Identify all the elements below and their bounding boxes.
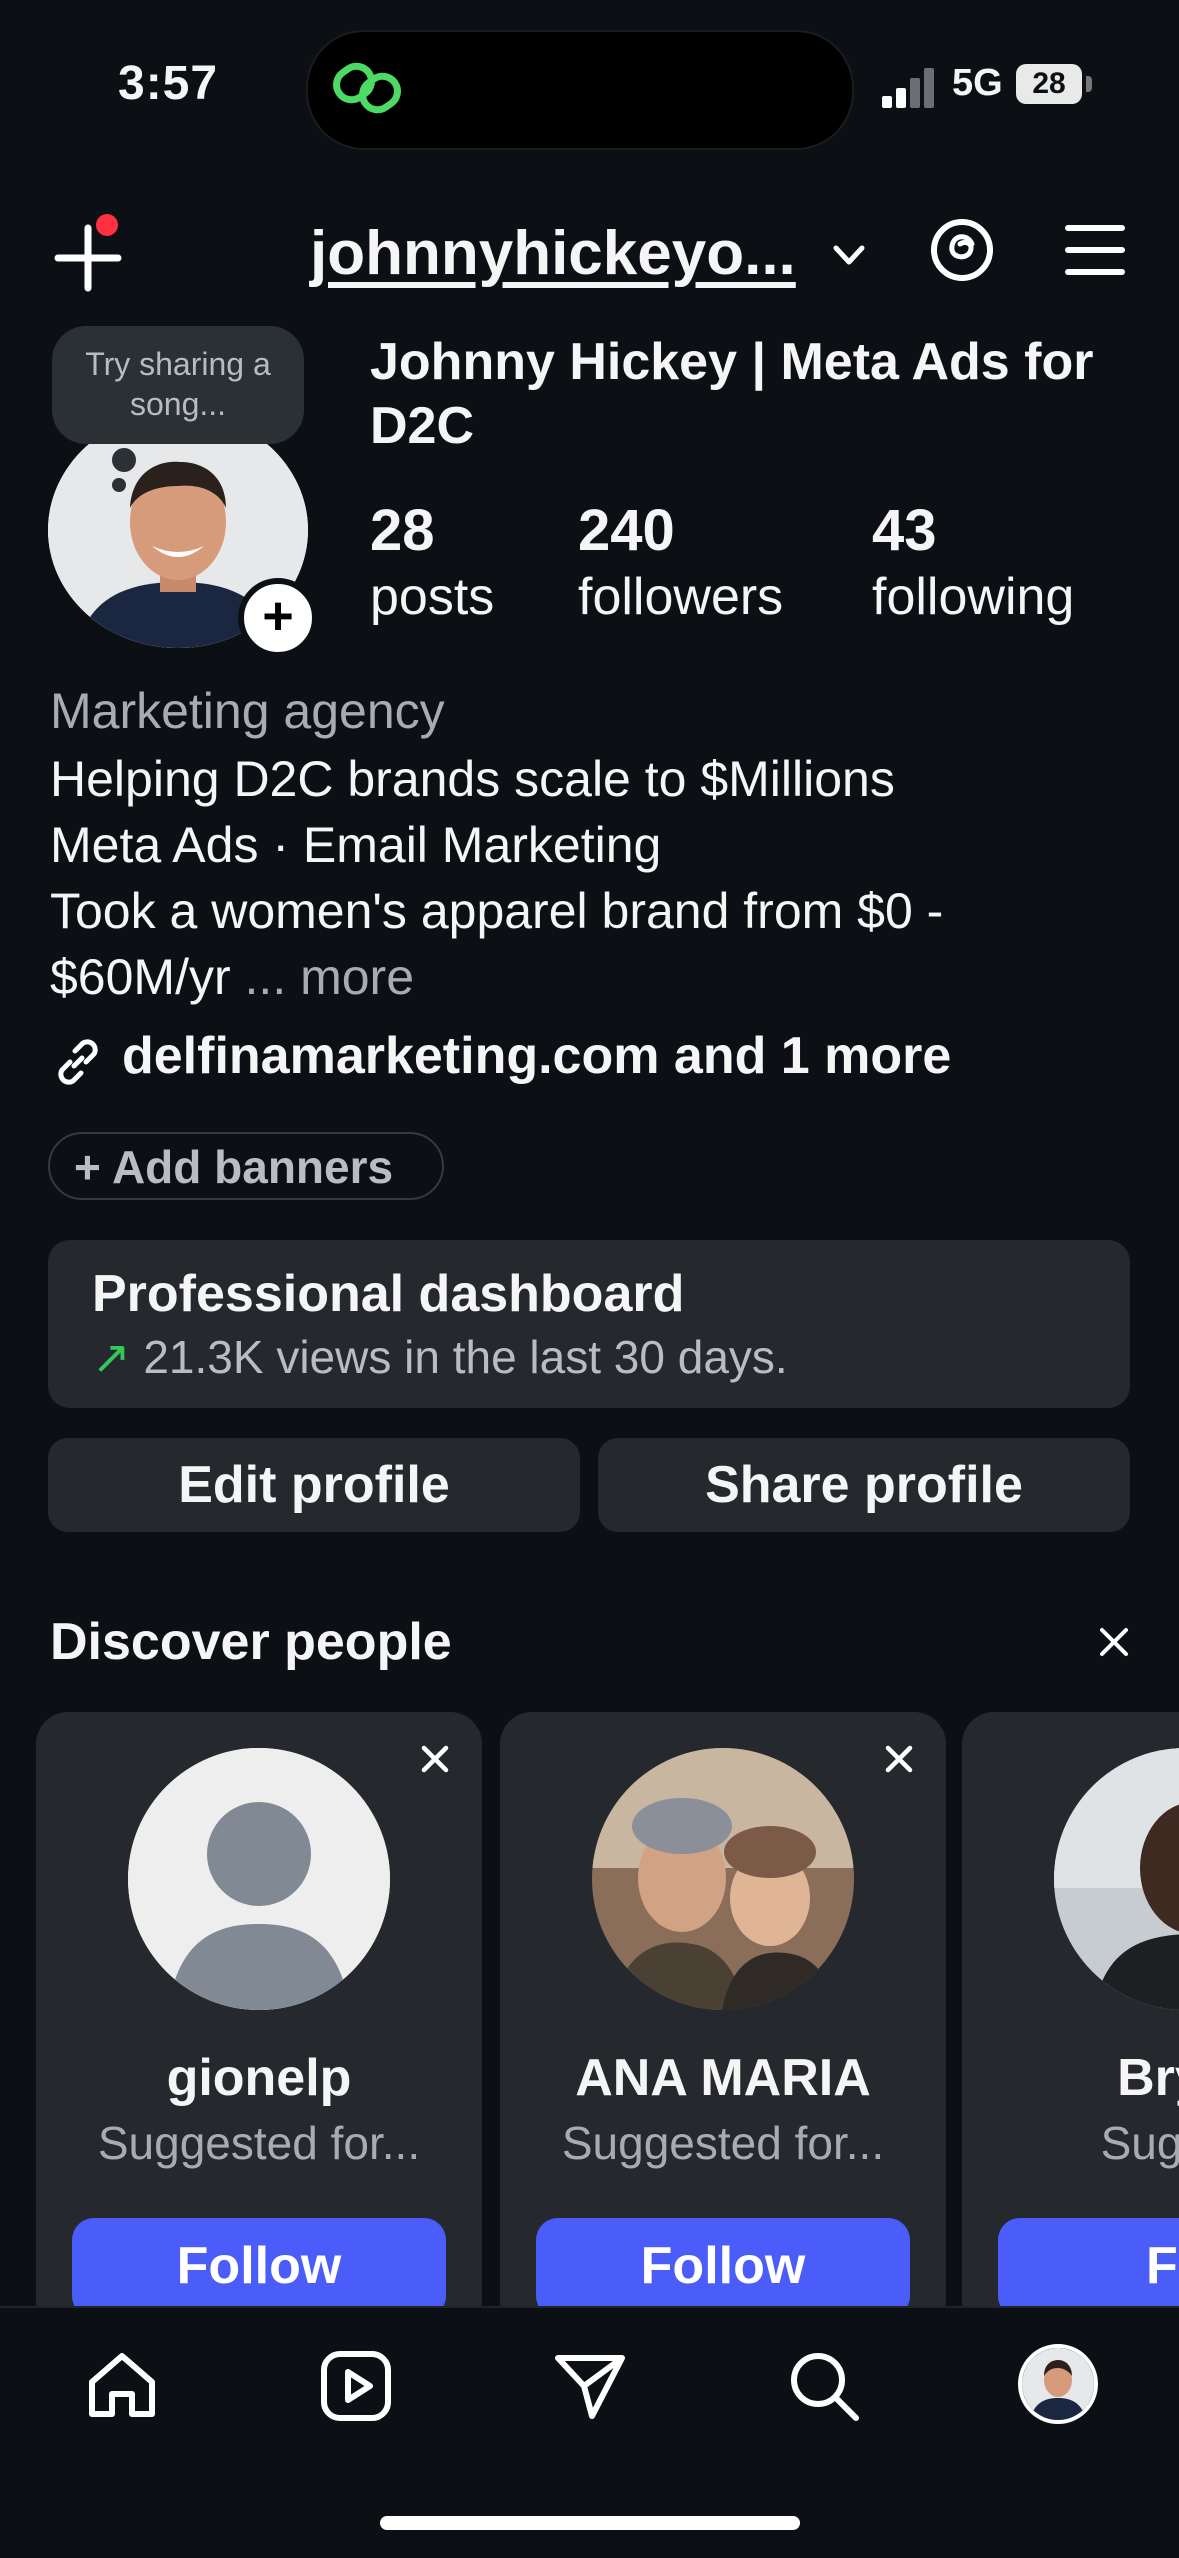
discover-people-title: Discover people	[50, 1613, 452, 1671]
network-type: 5G	[952, 62, 1003, 104]
stat-value: 28	[370, 498, 435, 563]
close-icon[interactable]	[1094, 1622, 1134, 1662]
suggestion-card[interactable]: gionelp Suggested for... Follow	[36, 1712, 482, 2332]
suggestion-name: Bryar	[1117, 2049, 1179, 2107]
add-banners-button[interactable]: + Add banners	[48, 1132, 444, 1200]
profile-bio: Helping D2C brands scale to $Millions Me…	[50, 746, 1150, 1010]
stat-label: followers	[578, 568, 784, 626]
reels-icon[interactable]	[318, 2348, 394, 2424]
status-time: 3:57	[118, 57, 219, 110]
plus-icon: +	[74, 1141, 112, 1193]
suggestion-card[interactable]: Bryar Suggest Fol	[962, 1712, 1179, 2332]
suggestion-avatar[interactable]	[592, 1748, 854, 2010]
note-bubble-tail-small	[112, 478, 126, 492]
follow-button[interactable]: Follow	[536, 2218, 910, 2318]
threads-icon[interactable]	[926, 214, 998, 286]
link-icon	[58, 1039, 98, 1085]
dashboard-views: 21.3K views in the last 30 days.	[143, 1331, 788, 1383]
follow-button[interactable]: Fol	[998, 2218, 1179, 2318]
bio-line: Took a women's apparel brand from $0 -	[50, 883, 944, 939]
profile-tab-avatar[interactable]	[1018, 2344, 1098, 2424]
suggestion-subtitle: Suggested for...	[97, 2117, 421, 2169]
home-icon[interactable]	[84, 2348, 160, 2424]
suggestion-card[interactable]: ANA MARIA Suggested for... Follow	[500, 1712, 946, 2332]
bio-more-link[interactable]: ... more	[245, 949, 414, 1005]
account-switcher[interactable]: johnnyhickeyo...	[310, 218, 796, 289]
notification-dot	[96, 214, 118, 236]
cellular-signal-icon	[882, 68, 934, 108]
bio-line: $60M/yr	[50, 949, 231, 1005]
chevron-down-icon[interactable]	[826, 232, 872, 278]
stat-following[interactable]: 43 following	[872, 496, 1074, 628]
bio-line: Meta Ads · Email Marketing	[50, 817, 662, 873]
stat-label: posts	[370, 568, 495, 626]
suggestion-name: ANA MARIA	[575, 2049, 871, 2107]
default-avatar[interactable]	[128, 1748, 390, 2010]
dashboard-subtitle: ↗ 21.3K views in the last 30 days.	[92, 1330, 788, 1384]
suggestion-subtitle: Suggested for...	[561, 2117, 885, 2169]
send-icon[interactable]	[552, 2348, 628, 2424]
display-name: Johnny Hickey | Meta Ads for D2C	[370, 333, 1094, 455]
dashboard-title: Professional dashboard	[92, 1265, 685, 1323]
battery-level: 28	[1016, 64, 1082, 104]
dismiss-icon[interactable]	[416, 1740, 454, 1778]
search-icon[interactable]	[786, 2348, 862, 2424]
trend-up-icon: ↗	[92, 1331, 131, 1383]
suggestion-avatar[interactable]	[1054, 1748, 1179, 2010]
stat-value: 240	[578, 498, 675, 563]
follow-button[interactable]: Follow	[72, 2218, 446, 2318]
profile-category: Marketing agency	[50, 683, 445, 739]
home-indicator	[380, 2516, 800, 2530]
profile-link[interactable]: delfinamarketing.com and 1 more	[122, 1026, 951, 1086]
share-profile-button[interactable]: Share profile	[598, 1438, 1130, 1532]
battery-icon: 28	[1016, 64, 1094, 104]
bio-line: Helping D2C brands scale to $Millions	[50, 751, 895, 807]
note-bubble-tail	[112, 448, 136, 472]
stat-posts[interactable]: 28 posts	[370, 496, 494, 628]
stat-followers[interactable]: 240 followers	[578, 496, 783, 628]
stat-value: 43	[872, 498, 937, 563]
dismiss-icon[interactable]	[880, 1740, 918, 1778]
stat-label: following	[872, 568, 1075, 626]
note-bubble[interactable]: Try sharing a song...	[52, 326, 304, 444]
suggestion-subtitle: Suggest	[1100, 2117, 1179, 2169]
link-activity-icon	[333, 62, 401, 114]
menu-icon[interactable]	[1064, 222, 1126, 278]
edit-profile-button[interactable]: Edit profile	[48, 1438, 580, 1532]
add-story-button[interactable]: +	[238, 578, 318, 658]
suggestion-name: gionelp	[166, 2049, 352, 2107]
add-banners-label: Add banners	[111, 1141, 394, 1193]
